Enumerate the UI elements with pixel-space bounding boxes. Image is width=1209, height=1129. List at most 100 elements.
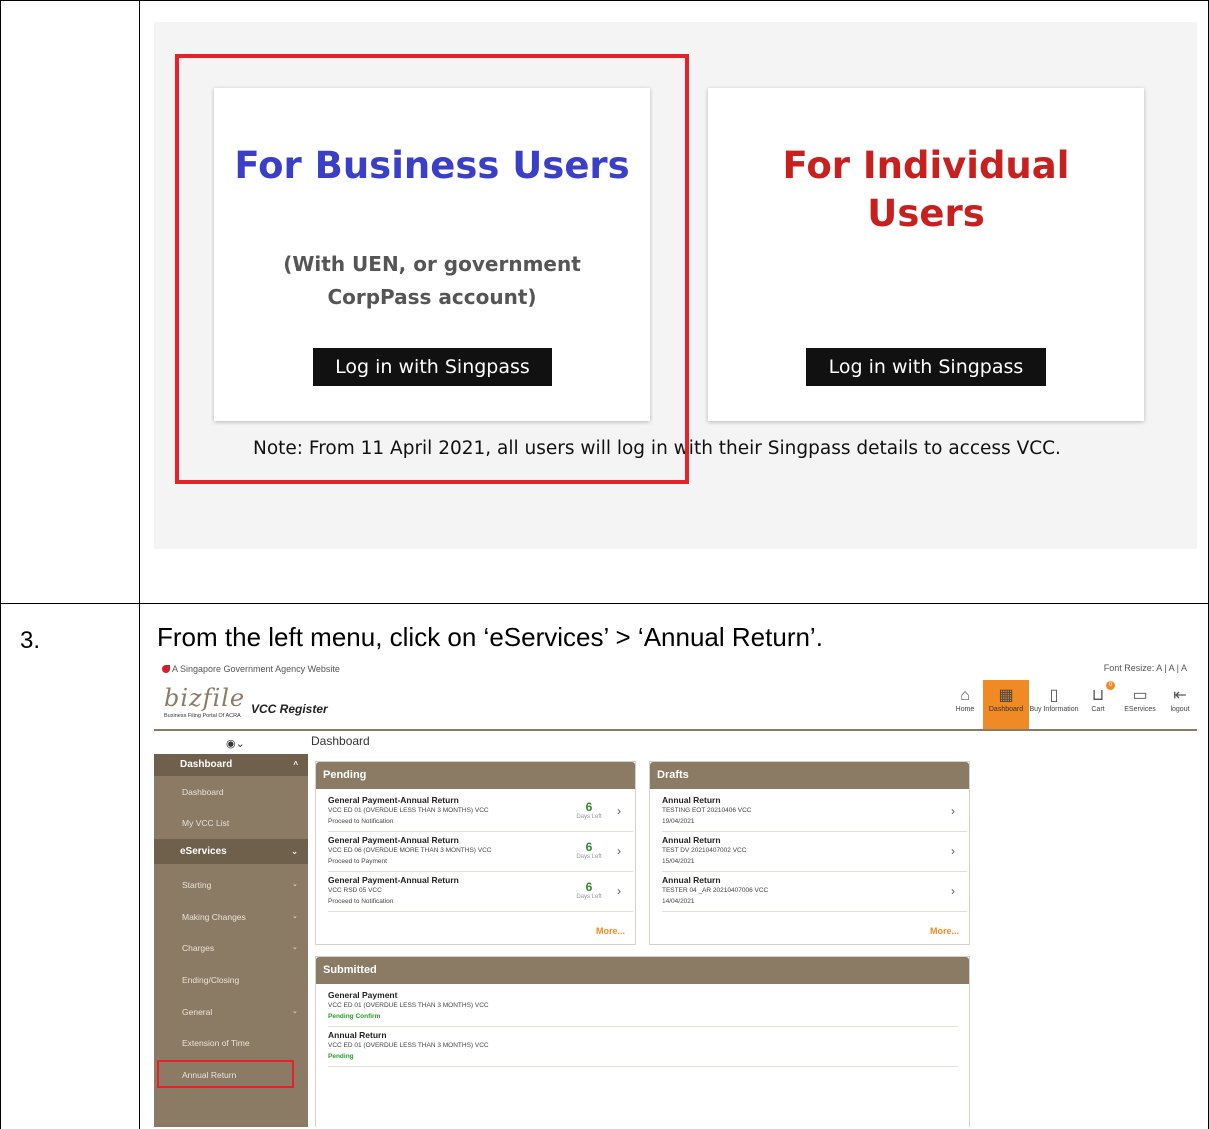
chevron-down-icon: ⌄ bbox=[292, 881, 298, 888]
draft-item-date: 14/04/2021 bbox=[662, 898, 695, 905]
sidebar-general-label: General bbox=[182, 1007, 213, 1017]
draft-item-date: 15/04/2021 bbox=[662, 858, 695, 865]
nav-eservices[interactable]: ▭ EServices bbox=[1117, 680, 1163, 729]
sidebar-eservices-head-label: eServices bbox=[180, 846, 227, 857]
logo-text: bizfile bbox=[164, 684, 246, 712]
sidebar-item-general[interactable]: General ⌄ bbox=[182, 1007, 298, 1017]
submitted-item-line: VCC ED 01 (OVERDUE LESS THAN 3 MONTHS) V… bbox=[328, 1002, 489, 1009]
draft-item-line: TESTER 04 _AR 20210407006 VCC bbox=[662, 887, 769, 894]
pending-item-title: General Payment-Annual Return bbox=[328, 795, 459, 805]
table-border-top bbox=[0, 0, 1209, 1]
pending-item-title: General Payment-Annual Return bbox=[328, 875, 459, 885]
draft-item-title: Annual Return bbox=[662, 835, 721, 845]
user-avatar-icon[interactable]: ◉⌄ bbox=[226, 737, 245, 750]
draft-item-line: TESTING EOT 20210406 VCC bbox=[662, 807, 752, 814]
nav-buy-information[interactable]: ▯ Buy Information bbox=[1029, 680, 1079, 729]
lion-head-icon bbox=[162, 665, 170, 673]
sidebar-user-area: ◉⌄ bbox=[154, 734, 308, 754]
pending-item[interactable]: General Payment-Annual Return VCC RSD 05… bbox=[328, 872, 633, 912]
sidebar-starting-label: Starting bbox=[182, 880, 212, 890]
logout-icon: ⇤ bbox=[1173, 687, 1187, 704]
days-left-count: 6 bbox=[585, 800, 593, 814]
nav-buy-information-label: Buy Information bbox=[1029, 706, 1079, 713]
individual-title-line-1: For Individual bbox=[782, 144, 1070, 187]
sidebar-item-ending-closing[interactable]: Ending/Closing bbox=[182, 975, 239, 985]
days-left-count: 6 bbox=[585, 840, 593, 854]
days-left-label: Days Left bbox=[576, 854, 602, 860]
pending-item-title: General Payment-Annual Return bbox=[328, 835, 459, 845]
days-left-label: Days Left bbox=[576, 814, 602, 820]
app-header: bizfile Business Filing Portal Of ACRA V… bbox=[154, 680, 1197, 731]
submitted-panel-title: Submitted bbox=[316, 957, 969, 984]
pending-item-line: VCC ED 06 (OVERDUE MORE THAN 3 MONTHS) V… bbox=[328, 847, 492, 854]
submitted-item[interactable]: Annual Return VCC ED 01 (OVERDUE LESS TH… bbox=[328, 1027, 958, 1067]
chevron-right-icon[interactable]: › bbox=[617, 804, 621, 818]
business-card-highlight bbox=[175, 54, 689, 484]
bizfile-logo[interactable]: bizfile Business Filing Portal Of ACRA bbox=[164, 684, 246, 719]
sidebar-dashboard-head-label: Dashboard bbox=[180, 759, 233, 770]
nav-logout-label: logout bbox=[1170, 706, 1190, 713]
gov-banner: A Singapore Government Agency Website Fo… bbox=[154, 661, 1197, 678]
pending-item-status: Proceed to Notification bbox=[328, 818, 394, 825]
draft-item-title: Annual Return bbox=[662, 795, 721, 805]
step-number: 3. bbox=[20, 627, 41, 654]
individual-singpass-login-button[interactable]: Log in with Singpass bbox=[806, 348, 1046, 386]
sidebar-item-making-changes[interactable]: Making Changes ⌄ bbox=[182, 912, 298, 922]
sidebar-section-dashboard[interactable]: Dashboard ^ bbox=[154, 754, 308, 776]
nav-dashboard-label: Dashboard bbox=[988, 706, 1024, 713]
pending-item-status: Proceed to Notification bbox=[328, 898, 394, 905]
sidebar-section-eservices[interactable]: eServices ⌄ bbox=[154, 839, 308, 864]
annual-return-highlight bbox=[157, 1060, 294, 1088]
home-icon: ⌂ bbox=[960, 687, 970, 704]
individual-users-card: For Individual Users Log in with Singpas… bbox=[708, 88, 1144, 421]
draft-item-line: TEST DV 20210407002 VCC bbox=[662, 847, 747, 854]
sidebar-item-dashboard[interactable]: Dashboard bbox=[182, 787, 224, 797]
sidebar: ◉⌄ Dashboard ^ Dashboard My VCC List eSe… bbox=[154, 734, 308, 1127]
nav-cart[interactable]: ⊔ 0 Cart bbox=[1079, 680, 1117, 729]
nav-home[interactable]: ⌂ Home bbox=[947, 680, 983, 729]
nav-dashboard[interactable]: ▦ Dashboard bbox=[983, 680, 1029, 729]
submitted-panel: Submitted General Payment VCC ED 01 (OVE… bbox=[315, 956, 970, 1127]
pending-item[interactable]: General Payment-Annual Return VCC ED 06 … bbox=[328, 832, 633, 872]
days-left-label: Days Left bbox=[576, 894, 602, 900]
sidebar-item-starting[interactable]: Starting ⌄ bbox=[182, 880, 298, 890]
document-icon: ▯ bbox=[1049, 687, 1059, 704]
chevron-down-icon: ⌄ bbox=[292, 1008, 298, 1015]
table-border-middle bbox=[139, 0, 140, 1129]
nav-logout[interactable]: ⇤ logout bbox=[1163, 680, 1197, 729]
app-title: VCC Register bbox=[251, 702, 328, 716]
font-resize-control[interactable]: Font Resize: A | A | A bbox=[1104, 663, 1187, 673]
nav-eservices-label: EServices bbox=[1124, 706, 1156, 713]
chevron-right-icon[interactable]: › bbox=[951, 884, 955, 898]
submitted-item[interactable]: General Payment VCC ED 01 (OVERDUE LESS … bbox=[328, 987, 958, 1027]
draft-item[interactable]: Annual Return TEST DV 20210407002 VCC 15… bbox=[662, 832, 967, 872]
table-row-divider bbox=[0, 603, 1209, 604]
pending-item-status: Proceed to Payment bbox=[328, 858, 387, 865]
draft-item[interactable]: Annual Return TESTING EOT 20210406 VCC 1… bbox=[662, 792, 967, 832]
sidebar-item-extension-of-time[interactable]: Extension of Time bbox=[182, 1038, 250, 1048]
chevron-right-icon[interactable]: › bbox=[951, 804, 955, 818]
chevron-right-icon[interactable]: › bbox=[617, 844, 621, 858]
pending-panel-title: Pending bbox=[316, 762, 635, 789]
sidebar-charges-label: Charges bbox=[182, 943, 215, 953]
vcc-dashboard-screenshot: A Singapore Government Agency Website Fo… bbox=[154, 661, 1197, 1127]
file-icon: ▭ bbox=[1132, 687, 1148, 704]
step-instruction: From the left menu, click on ‘eServices’… bbox=[157, 622, 823, 652]
pending-item-line: VCC RSD 05 VCC bbox=[328, 887, 382, 894]
sidebar-item-charges[interactable]: Charges ⌄ bbox=[182, 943, 298, 953]
chevron-down-icon: ⌄ bbox=[291, 847, 298, 856]
sidebar-making-changes-label: Making Changes bbox=[182, 912, 246, 922]
submitted-item-title: General Payment bbox=[328, 990, 398, 1000]
draft-item[interactable]: Annual Return TESTER 04 _AR 20210407006 … bbox=[662, 872, 967, 912]
sidebar-item-my-vcc-list[interactable]: My VCC List bbox=[182, 818, 229, 828]
pending-item[interactable]: General Payment-Annual Return VCC ED 01 … bbox=[328, 792, 633, 832]
chevron-down-icon: ⌄ bbox=[292, 913, 298, 920]
pending-item-line: VCC ED 01 (OVERDUE LESS THAN 3 MONTHS) V… bbox=[328, 807, 489, 814]
chevron-right-icon[interactable]: › bbox=[951, 844, 955, 858]
chevron-right-icon[interactable]: › bbox=[617, 884, 621, 898]
drafts-more-link[interactable]: More... bbox=[930, 926, 959, 936]
pending-more-link[interactable]: More... bbox=[596, 926, 625, 936]
submitted-item-line: VCC ED 01 (OVERDUE LESS THAN 3 MONTHS) V… bbox=[328, 1042, 489, 1049]
pending-panel: Pending General Payment-Annual Return VC… bbox=[315, 761, 636, 945]
logo-subtitle: Business Filing Portal Of ACRA bbox=[164, 713, 241, 719]
